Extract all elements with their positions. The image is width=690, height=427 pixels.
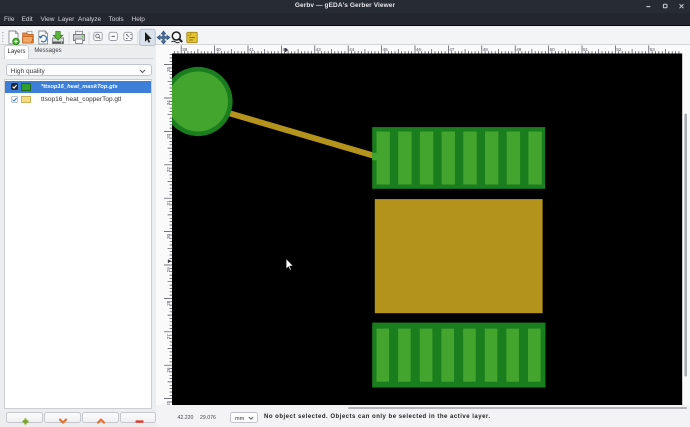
svg-text:45: 45 [383, 47, 389, 52]
svg-text:44: 44 [349, 47, 355, 52]
svg-text:50: 50 [550, 47, 556, 52]
svg-text:53: 53 [650, 47, 656, 52]
svg-text:39: 39 [182, 47, 188, 52]
svg-text:40: 40 [216, 47, 222, 52]
svg-text:41: 41 [249, 47, 255, 52]
svg-text:35: 35 [166, 66, 171, 72]
svg-text:47: 47 [449, 47, 455, 52]
svg-text:28: 28 [166, 300, 171, 306]
svg-text:52: 52 [616, 47, 622, 52]
svg-text:46: 46 [416, 47, 422, 52]
svg-text:32: 32 [166, 166, 171, 172]
svg-text:27: 27 [166, 333, 171, 339]
svg-text:29: 29 [166, 266, 171, 272]
svg-text:34: 34 [166, 99, 171, 105]
svg-text:31: 31 [166, 199, 171, 205]
svg-text:51: 51 [583, 47, 589, 52]
svg-text:43: 43 [316, 47, 322, 52]
svg-text:49: 49 [516, 47, 522, 52]
svg-text:30: 30 [166, 233, 171, 239]
svg-text:33: 33 [166, 133, 171, 139]
svg-text:26: 26 [166, 366, 171, 372]
svg-text:48: 48 [483, 47, 489, 52]
